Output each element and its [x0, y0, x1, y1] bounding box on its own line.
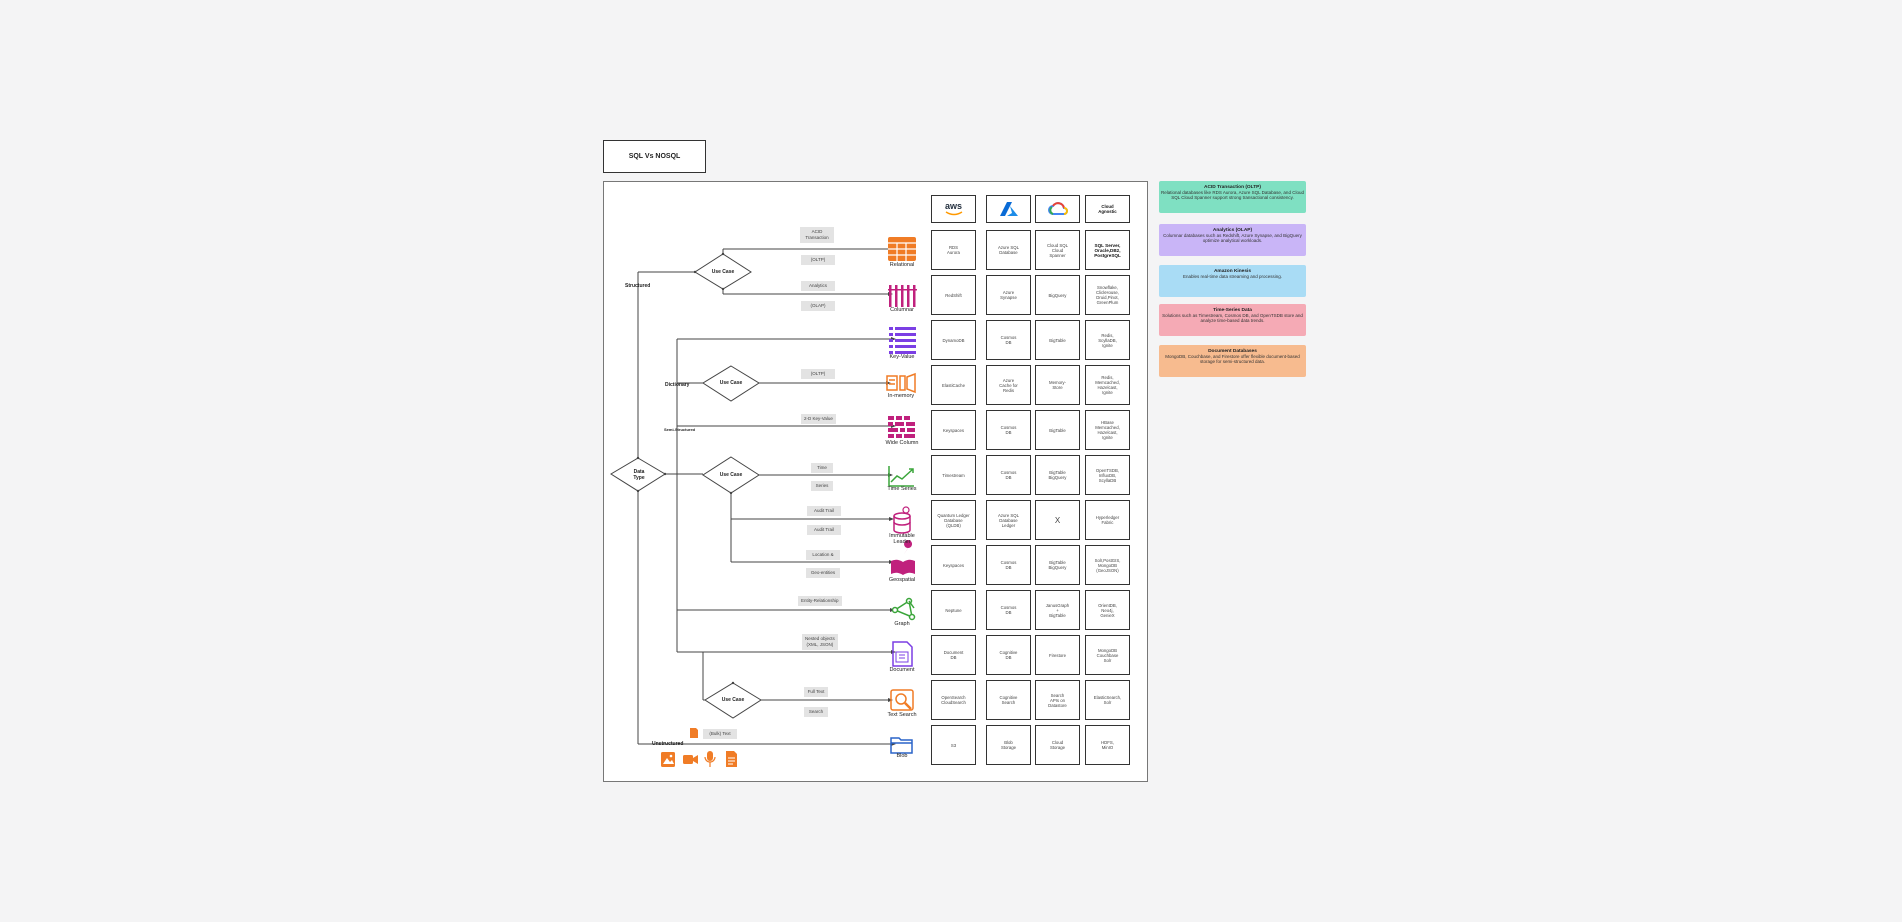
provider-cloud-agnostic: Cloud Agnostic: [1085, 195, 1130, 223]
type-label: Key-Value: [889, 354, 915, 360]
google-cloud-logo: [1047, 202, 1068, 215]
blob-icon: [890, 737, 913, 754]
grid-cell: Keyspaces: [931, 410, 976, 450]
grid-cell: Timestream: [931, 455, 976, 495]
columnar-icon: [888, 285, 917, 307]
legend-text: MongoDB, Couchbase, and Firestore offer …: [1165, 354, 1300, 365]
grid-cell: Azure Cache for Redis: [986, 365, 1031, 405]
grid-cell: S3: [931, 725, 976, 765]
legend-card: Analytics (OLAP) Columnar databases such …: [1159, 224, 1306, 256]
type-label: Text Search: [887, 712, 917, 718]
provider-google-cloud: [1035, 195, 1080, 223]
type-label: Relational: [889, 262, 915, 268]
legend-text: Enables real-time data streaming and pro…: [1182, 274, 1283, 280]
provider-azure: [986, 195, 1031, 223]
wide-column-icon: [888, 416, 915, 438]
type-label: Graph: [894, 621, 910, 627]
grid-cell: Azure SQL Database: [986, 230, 1031, 270]
grid-cell: Cognitive Search: [986, 680, 1031, 720]
grid-cell: DynamoDB: [931, 320, 976, 360]
legend-card: Time-Series Data Solutions such as Timest…: [1159, 304, 1306, 336]
type-label: Document: [889, 667, 915, 673]
grid-cell: Quantum Ledger Database (QLDB): [931, 500, 976, 540]
grid-cell: HBase Memcached, Hazelcast, Ignite: [1085, 410, 1130, 450]
legend-text: Columnar databases such as Redshift, Azu…: [1163, 233, 1302, 244]
type-label: Blob: [896, 753, 908, 759]
legend-card: ACID Transaction (OLTP) Relational databa…: [1159, 181, 1306, 213]
relational-table-icon: [888, 237, 916, 261]
grid-cell: BigTable BigQuery: [1035, 455, 1080, 495]
text-search-icon: [890, 689, 914, 711]
grid-cell: Redis, ScyllaDB, Ignite: [1085, 320, 1130, 360]
document-icon: [892, 641, 913, 667]
type-label: Immutable Leader: [889, 533, 915, 545]
legend-card: Document Databases MongoDB, Couchbase, an…: [1159, 345, 1306, 377]
grid-cell: X: [1035, 500, 1080, 540]
grid-cell: Blob Storage: [986, 725, 1031, 765]
grid-cell: Cloud Storage: [1035, 725, 1080, 765]
grid-cell: Keyspaces: [931, 545, 976, 585]
type-label: Time Series: [887, 486, 917, 492]
geospatial-icon: [891, 540, 915, 575]
grid-cell: Neptune: [931, 590, 976, 630]
time-series-icon: [888, 466, 914, 487]
type-label: Columnar: [890, 307, 914, 313]
grid-cell: Memory- Store: [1035, 365, 1080, 405]
grid-cell: Cosmos DB: [986, 410, 1031, 450]
grid-cell: OrientDB, Neo4j, GenieX: [1085, 590, 1130, 630]
grid-cell: SQL Server, Oracle,DB2, PostgreSQL: [1085, 230, 1130, 270]
grid-cell: Search APIs on Datastore: [1035, 680, 1080, 720]
grid-cell: Cosmos DB: [986, 590, 1031, 630]
type-label: In-memory: [887, 393, 915, 399]
grid-cell: Hyperledger Fabric: [1085, 500, 1130, 540]
graph-icon: [891, 597, 916, 621]
grid-cell: Cosmos DB: [986, 455, 1031, 495]
type-label: Wide Column: [885, 440, 919, 446]
type-label: Geospatial: [888, 577, 916, 583]
grid-cell: Azure Synapse: [986, 275, 1031, 315]
grid-cell: Solr,PostGIS, MongoDB (GeoJSON): [1085, 545, 1130, 585]
grid-cell: BigTable: [1035, 320, 1080, 360]
grid-cell: BigTable BigQuery: [1035, 545, 1080, 585]
grid-cell: Firestore: [1035, 635, 1080, 675]
grid-cell: Cosmos DB: [986, 545, 1031, 585]
key-value-icon: [889, 327, 916, 354]
azure-logo: [999, 202, 1018, 216]
grid-cell: RDS Aurora: [931, 230, 976, 270]
provider-aws: aws: [931, 195, 976, 223]
grid-cell: Document DB: [931, 635, 976, 675]
grid-cell: Azure SQL Database Ledger: [986, 500, 1031, 540]
grid-cell: BigQuery: [1035, 275, 1080, 315]
grid-cell: Redis, Memcached, Hazelcast, Ignite: [1085, 365, 1130, 405]
grid-cell: OpenTSDB, InfluxDB, ScyllaDB: [1085, 455, 1130, 495]
grid-cell: Cloud SQL Cloud Spanner: [1035, 230, 1080, 270]
grid-cell: JanusGraph + BigTable: [1035, 590, 1080, 630]
legend-text: Relational databases like RDS Aurora, Az…: [1161, 190, 1304, 201]
legend-text: Solutions such as Timestream, Cosmos DB,…: [1162, 313, 1303, 324]
grid-cell: MongoDB Couchbase Solr: [1085, 635, 1130, 675]
in-memory-icon: [886, 372, 916, 394]
grid-cell: BigTable: [1035, 410, 1080, 450]
grid-cell: OpenSearch CloudSearch: [931, 680, 976, 720]
aws-smile-icon: [945, 211, 962, 216]
legend-card: Amazon Kinesis Enables real-time data str…: [1159, 265, 1306, 297]
grid-cell: RedShift: [931, 275, 976, 315]
grid-cell: ElasticSearch, Solr: [1085, 680, 1130, 720]
grid-cell: Cosmos DB: [986, 320, 1031, 360]
aws-logo: aws: [944, 201, 962, 211]
unstructured-media-icons: [661, 728, 737, 767]
grid-cell: Cognitive DB: [986, 635, 1031, 675]
grid-cell: HDFS, MinIO: [1085, 725, 1130, 765]
grid-cell: Snowflake, ClickHouse, Druid,Pinot, Gree…: [1085, 275, 1130, 315]
ledger-icon: [893, 506, 911, 534]
grid-cell: ElastiCache: [931, 365, 976, 405]
